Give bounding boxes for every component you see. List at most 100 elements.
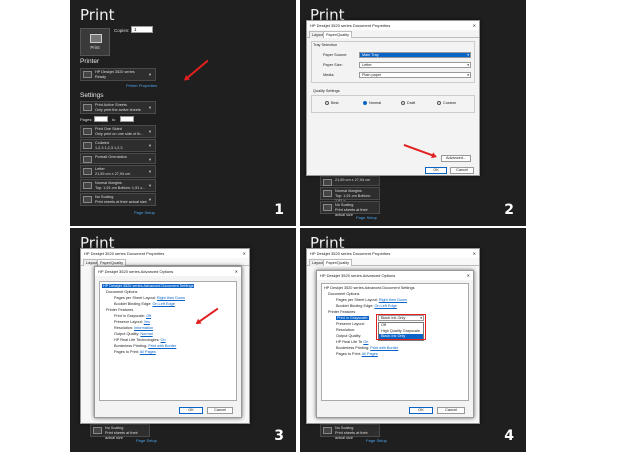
quality-radio-normal[interactable]: Normal xyxy=(363,101,381,105)
panel-4-grayscale-dropdown: Print No Scaling Print sheets at their a… xyxy=(300,228,526,452)
tree-hp-real-life[interactable]: HP Real Life Te On xyxy=(336,340,368,344)
setting-sub: Top: 1,91 cm Bottom: 1,91 c... xyxy=(95,186,146,190)
option-label: Booklet Binding Edge: xyxy=(336,304,374,308)
close-icon[interactable]: ✕ xyxy=(473,251,476,256)
advanced-button[interactable]: Advanced... xyxy=(441,155,471,162)
dialog-title: HP Deskjet 3520 series Advanced Options ✕ xyxy=(317,271,473,280)
cancel-button[interactable]: Cancel xyxy=(437,407,465,414)
ok-button[interactable]: OK xyxy=(409,407,433,414)
settings-orientation[interactable]: Portrait Orientation ▼ xyxy=(80,153,156,164)
print-button[interactable]: Print xyxy=(80,28,110,56)
advanced-settings-tree: HP Deskjet 3520 series Advanced Document… xyxy=(321,283,469,401)
quality-radio-custom[interactable]: Custom xyxy=(437,101,456,105)
settings-scaling[interactable]: No Scaling Print sheets at their actual … xyxy=(80,193,156,206)
dialog-title-text: HP Deskjet 3520 series Advanced Options xyxy=(320,273,396,278)
quality-label: Custom xyxy=(443,101,457,105)
paper-size-select[interactable]: Letter ▾ xyxy=(359,62,471,68)
tree-borderless-printing[interactable]: Borderless Printing: Print with Border xyxy=(336,346,398,350)
chevron-down-icon: ▼ xyxy=(148,143,152,148)
tree-document-options[interactable]: Document Options xyxy=(106,290,137,294)
bg-scaling: No Scaling Print sheets at their actual … xyxy=(320,424,380,440)
tree-print-in-grayscale[interactable]: Print in Grayscale: Off xyxy=(114,314,151,318)
margins-icon xyxy=(83,182,92,189)
settings-print-active-sheets[interactable]: Print Active Sheets Only print the activ… xyxy=(80,101,156,114)
tab-paper-quality[interactable]: Paper/Quality xyxy=(97,259,127,266)
tree-output-quality[interactable]: Output Quality: Normal xyxy=(114,332,153,336)
tree-borderless-printing[interactable]: Borderless Printing: Print with Border xyxy=(114,344,176,348)
document-properties-dialog: HP Deskjet 3520 series Document Properti… xyxy=(306,20,480,176)
advanced-settings-tree: HP Deskjet 3520 series Advanced Document… xyxy=(99,281,237,401)
tree-root[interactable]: HP Deskjet 3520 series Advanced Document… xyxy=(102,284,195,288)
radio-circle xyxy=(363,101,367,105)
setting-sub: 1,2,3 1,2,3 1,2,3 xyxy=(95,146,123,150)
tree-pages-per-sheet[interactable]: Pages per Sheet Layout: Right then Down xyxy=(336,298,407,302)
chevron-down-icon: ▾ xyxy=(467,73,469,77)
tree-hp-real-life[interactable]: HP Real Life Technologies: On xyxy=(114,338,166,342)
quality-radio-draft[interactable]: Draft xyxy=(401,101,415,105)
margins-icon xyxy=(323,190,332,197)
settings-paper-size[interactable]: Letter 21,59 cm x 27,94 cm ▼ xyxy=(80,165,156,178)
printer-properties-link[interactable]: Printer Properties xyxy=(126,83,157,88)
option-value: Print with Border xyxy=(370,346,399,350)
pages-to-input[interactable] xyxy=(120,116,134,122)
printer-selector[interactable]: HP Deskjet 3520 series Ready ▼ xyxy=(80,68,156,81)
tree-document-options[interactable]: Document Options xyxy=(328,292,359,296)
option-label: Resolution: xyxy=(114,326,133,330)
tab-paper-quality[interactable]: Paper/Quality xyxy=(323,259,353,266)
copies-input[interactable]: 1 xyxy=(131,26,153,33)
tree-printer-features[interactable]: Printer Features xyxy=(106,308,133,312)
option-label: Pages to Print: xyxy=(114,350,139,354)
pages-from-input[interactable] xyxy=(94,116,108,122)
cancel-button[interactable]: Cancel xyxy=(450,167,474,174)
bg-paper-size: 21,59 cm x 27,94 cm xyxy=(320,176,380,186)
tree-preserve-layout[interactable]: Preserve Layout: Yes xyxy=(114,320,150,324)
tree-pages-to-print[interactable]: Pages to Print: All Pages xyxy=(114,350,156,354)
dialog-title-text: HP Deskjet 3520 series Document Properti… xyxy=(310,23,391,28)
option-value: On xyxy=(160,338,166,342)
page-setup-link[interactable]: Page Setup xyxy=(356,215,377,220)
dialog-title: HP Deskjet 3520 series Advanced Options ✕ xyxy=(95,267,241,276)
media-select[interactable]: Plain paper ▾ xyxy=(359,72,471,78)
ok-button[interactable]: OK xyxy=(179,407,203,414)
page-setup-link[interactable]: Page Setup xyxy=(136,438,157,443)
close-icon[interactable]: ✕ xyxy=(243,251,246,256)
page-setup-link[interactable]: Page Setup xyxy=(134,210,155,215)
tree-pages-to-print[interactable]: Pages to Print: All Pages xyxy=(336,352,378,356)
tree-resolution[interactable]: Resolution: xyxy=(336,328,355,332)
tree-printer-features[interactable]: Printer Features xyxy=(328,310,355,314)
advanced-options-dialog: HP Deskjet 3520 series Advanced Options ✕… xyxy=(94,266,242,418)
tab-paper-quality[interactable]: Paper/Quality xyxy=(323,31,353,38)
radio-circle xyxy=(325,101,329,105)
tree-booklet-binding[interactable]: Booklet Binding Edge: On Left Edge xyxy=(114,302,175,306)
media-label: Media: xyxy=(323,73,335,77)
tree-preserve-layout[interactable]: Preserve Layout: xyxy=(336,322,365,326)
close-icon[interactable]: ✕ xyxy=(235,269,238,274)
page-setup-link[interactable]: Page Setup xyxy=(366,438,387,443)
tree-output-quality[interactable]: Output Quality: xyxy=(336,334,361,338)
tree-print-in-grayscale[interactable]: Print in Grayscale: xyxy=(336,316,370,320)
ok-button[interactable]: OK xyxy=(425,167,447,174)
tree-root[interactable]: HP Deskjet 3520 series Advanced Document… xyxy=(324,286,414,290)
quality-label: Draft xyxy=(407,101,416,105)
option-label: Pages to Print: xyxy=(336,352,361,356)
paper-size-label: Paper Size: xyxy=(323,63,343,67)
quality-radio-best[interactable]: Best xyxy=(325,101,339,105)
tree-pages-per-sheet[interactable]: Pages per Sheet Layout: Right then Down xyxy=(114,296,185,300)
paper-source-select[interactable]: Main Tray ▾ xyxy=(359,52,471,58)
scaling-icon xyxy=(323,427,332,434)
settings-collated[interactable]: Collated 1,2,3 1,2,3 1,2,3 ▼ xyxy=(80,139,156,152)
settings-print-one-sided[interactable]: Print One Sided Only print on one side o… xyxy=(80,125,156,138)
setting-sub: Print sheets at their actual size xyxy=(95,200,147,204)
option-label: Preserve Layout: xyxy=(114,320,143,324)
paper-source-label: Paper Source: xyxy=(323,53,348,57)
portrait-icon xyxy=(83,156,92,163)
option-label: Pages per Sheet Layout: xyxy=(336,298,378,302)
settings-margins[interactable]: Normal Margins Top: 1,91 cm Bottom: 1,91… xyxy=(80,179,156,192)
tree-booklet-binding[interactable]: Booklet Binding Edge: On Left Edge xyxy=(336,304,397,308)
tree-resolution[interactable]: Resolution: Information xyxy=(114,326,153,330)
option-label: Output Quality: xyxy=(114,332,140,336)
dialog-title: HP Deskjet 3520 series Document Properti… xyxy=(307,249,479,258)
close-icon[interactable]: ✕ xyxy=(473,23,476,28)
close-icon[interactable]: ✕ xyxy=(467,273,470,278)
cancel-button[interactable]: Cancel xyxy=(207,407,233,414)
